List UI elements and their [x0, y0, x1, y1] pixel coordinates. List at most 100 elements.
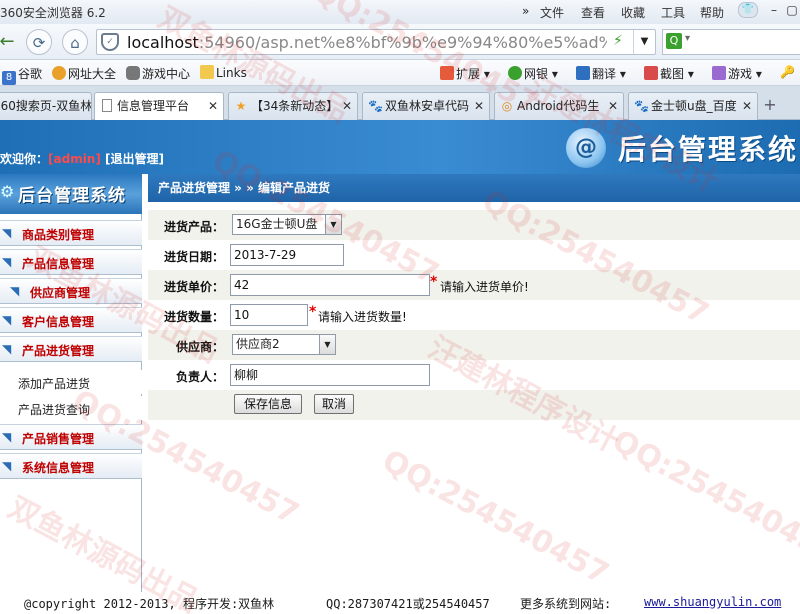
supplier-label: 供应商：	[176, 340, 225, 354]
price-input[interactable]: 42	[230, 274, 430, 296]
tab-info-platform[interactable]: 信息管理平台 ✕	[94, 92, 224, 121]
sidebar-item-label: 产品信息管理	[22, 257, 95, 271]
menu-help[interactable]: 帮助	[700, 4, 724, 21]
tab-news[interactable]: ★ 【34条新动态】 ✕	[228, 92, 358, 120]
skin-icon[interactable]: 👕	[738, 2, 758, 18]
swirl-icon: ◎	[501, 99, 513, 113]
fav-site-nav[interactable]: 网址大全	[52, 65, 116, 82]
footer-site-link[interactable]: www.shuangyulin.com	[644, 595, 781, 609]
maximize-icon[interactable]: ▢	[782, 2, 800, 18]
paw-icon: 🐾	[634, 99, 649, 113]
security-shield-icon: ✓	[101, 33, 119, 51]
url-text[interactable]: localhost:54960/asp.net%e8%bf%9b%e9%94%8…	[127, 33, 607, 52]
submenu-add-purchase[interactable]: 添加产品进货	[0, 370, 142, 394]
logout-link[interactable]: [退出管理]	[105, 152, 164, 166]
fav-links[interactable]: Links	[200, 65, 247, 80]
sidebar-item-label: 产品进货管理	[22, 344, 95, 358]
menu-arrow-icon: ◥	[2, 459, 12, 473]
close-tab-icon[interactable]: ✕	[474, 93, 484, 119]
footer: @copyright 2012-2013, 程序开发:双鱼林 QQ:287307…	[0, 592, 800, 614]
search-box[interactable]: Q ▾	[662, 29, 800, 55]
sidebar-title: 后台管理系统	[18, 186, 126, 206]
address-bar[interactable]: ✓ localhost:54960/asp.net%e8%bf%9b%e9%94…	[96, 29, 656, 55]
required-mark: *	[430, 274, 438, 290]
search-engine-icon[interactable]: Q	[666, 33, 682, 49]
fav-game-center[interactable]: 游戏中心	[126, 65, 190, 82]
address-dropdown-icon[interactable]: ▼	[633, 30, 655, 54]
quantity-input[interactable]: 10	[230, 304, 308, 326]
paw-icon: 🐾	[368, 99, 383, 113]
sidebar-item-label: 系统信息管理	[22, 461, 95, 475]
translate-icon	[576, 66, 590, 80]
fav-game-center-label: 游戏中心	[142, 67, 191, 81]
menu-view[interactable]: 查看	[581, 4, 605, 21]
price-label: 进货单价：	[164, 280, 225, 294]
fav-screenshot-label: 截图	[660, 67, 685, 81]
sidebar-item-label: 客户信息管理	[22, 315, 95, 329]
sidebar-item-supplier[interactable]: ◥ 供应商管理	[0, 278, 142, 304]
footer-copyright: @copyright 2012-2013, 程序开发:双鱼林	[24, 597, 275, 611]
date-input[interactable]: 2013-7-29	[230, 244, 344, 266]
url-path: :54960/asp.net%e8%bf%9b%e9%94%80%e5%ad%9…	[198, 33, 607, 52]
fav-netbank[interactable]: 网银 ▾	[508, 65, 558, 82]
search-engine-dropdown-icon[interactable]: ▾	[685, 33, 690, 44]
system-title: 后台管理系统	[618, 133, 799, 166]
sidebar-item-customer[interactable]: ◥ 客户信息管理	[0, 307, 142, 333]
tab-search[interactable]: 360搜索页-双鱼林	[0, 92, 92, 120]
back-arrow-icon[interactable]: ←	[0, 29, 20, 55]
fav-translate-label: 翻译	[592, 67, 617, 81]
sidebar-header: ⚙ 后台管理系统	[0, 174, 142, 214]
product-selected-value: 16G金士顿U盘	[236, 217, 318, 231]
refresh-icon[interactable]: ⟳	[26, 29, 52, 55]
close-tab-icon[interactable]: ✕	[342, 93, 352, 119]
sidebar-item-product-info[interactable]: ◥ 产品信息管理	[0, 249, 142, 275]
submenu-query-purchase[interactable]: 产品进货查询	[0, 396, 142, 420]
tab-kingston[interactable]: 🐾 金士顿u盘_百度 ✕	[628, 92, 758, 120]
chevron-down-icon[interactable]: ▼	[319, 335, 335, 354]
sidebar-item-purchase[interactable]: ◥ 产品进货管理	[0, 336, 142, 362]
fav-google[interactable]: 8 谷歌	[2, 65, 42, 85]
quantity-hint: 请输入进货数量!	[318, 310, 407, 324]
close-tab-icon[interactable]: ✕	[608, 93, 618, 119]
menu-favorites[interactable]: 收藏	[621, 4, 645, 21]
tab-shuangyulin[interactable]: 🐾 双鱼林安卓代码 ✕	[362, 92, 490, 120]
manager-input[interactable]: 柳柳	[230, 364, 430, 386]
row-quantity: 进货数量： 10 * 请输入进货数量!	[148, 300, 800, 330]
save-button[interactable]: 保存信息	[234, 394, 302, 414]
menu-tools[interactable]: 工具	[661, 4, 685, 21]
web-page: 欢迎你：[admin] [退出管理] @ 后台管理系统 ⚙ 后台管理系统 ◥ 商…	[0, 120, 800, 614]
gear-icon: ⚙	[0, 182, 15, 201]
product-select[interactable]: 16G金士顿U盘 ▼	[232, 214, 342, 235]
tab-label: 信息管理平台	[117, 99, 190, 113]
row-price: 进货单价： 42 * 请输入进货单价!	[148, 270, 800, 300]
new-tab-icon[interactable]: +	[760, 94, 780, 116]
supplier-select[interactable]: 供应商2 ▼	[232, 334, 336, 355]
minimize-icon[interactable]: –	[764, 2, 784, 18]
home-icon[interactable]: ⌂	[62, 29, 88, 55]
sidebar-item-sales[interactable]: ◥ 产品销售管理	[0, 424, 142, 450]
logo-icon: @	[566, 128, 606, 168]
footer-qq: QQ:287307421或254540457	[326, 597, 490, 611]
sidebar-item-system[interactable]: ◥ 系统信息管理	[0, 453, 142, 479]
required-mark: *	[309, 304, 317, 320]
menu-file[interactable]: 文件	[540, 4, 564, 21]
sidebar: ⚙ 后台管理系统 ◥ 商品类别管理 ◥ 产品信息管理 ◥ 供应商管理 ◥ 客户信…	[0, 174, 142, 614]
fav-extension[interactable]: 扩展 ▾	[440, 65, 490, 82]
speed-bolt-icon[interactable]: ⚡	[613, 33, 623, 49]
chevron-down-icon[interactable]: ▼	[325, 215, 341, 234]
sidebar-item-category[interactable]: ◥ 商品类别管理	[0, 220, 142, 246]
price-hint: 请输入进货单价!	[440, 280, 529, 294]
menu-arrow-icon: ◥	[2, 313, 12, 327]
cancel-button[interactable]: 取消	[314, 394, 354, 414]
close-tab-icon[interactable]: ✕	[742, 93, 752, 119]
close-tab-icon[interactable]: ✕	[208, 93, 218, 119]
tab-label: 金士顿u盘_百度	[651, 99, 737, 113]
tab-android[interactable]: ◎ Android代码生 ✕	[494, 92, 624, 120]
fav-translate[interactable]: 翻译 ▾	[576, 65, 626, 82]
fav-extension-label: 扩展	[456, 67, 481, 81]
double-chevron-icon[interactable]: »	[522, 4, 529, 18]
key-icon[interactable]: 🔑	[780, 65, 795, 79]
fav-games[interactable]: 游戏 ▾	[712, 65, 762, 82]
fav-screenshot[interactable]: 截图 ▾	[644, 65, 694, 82]
submenu-label: 添加产品进货	[18, 377, 91, 391]
